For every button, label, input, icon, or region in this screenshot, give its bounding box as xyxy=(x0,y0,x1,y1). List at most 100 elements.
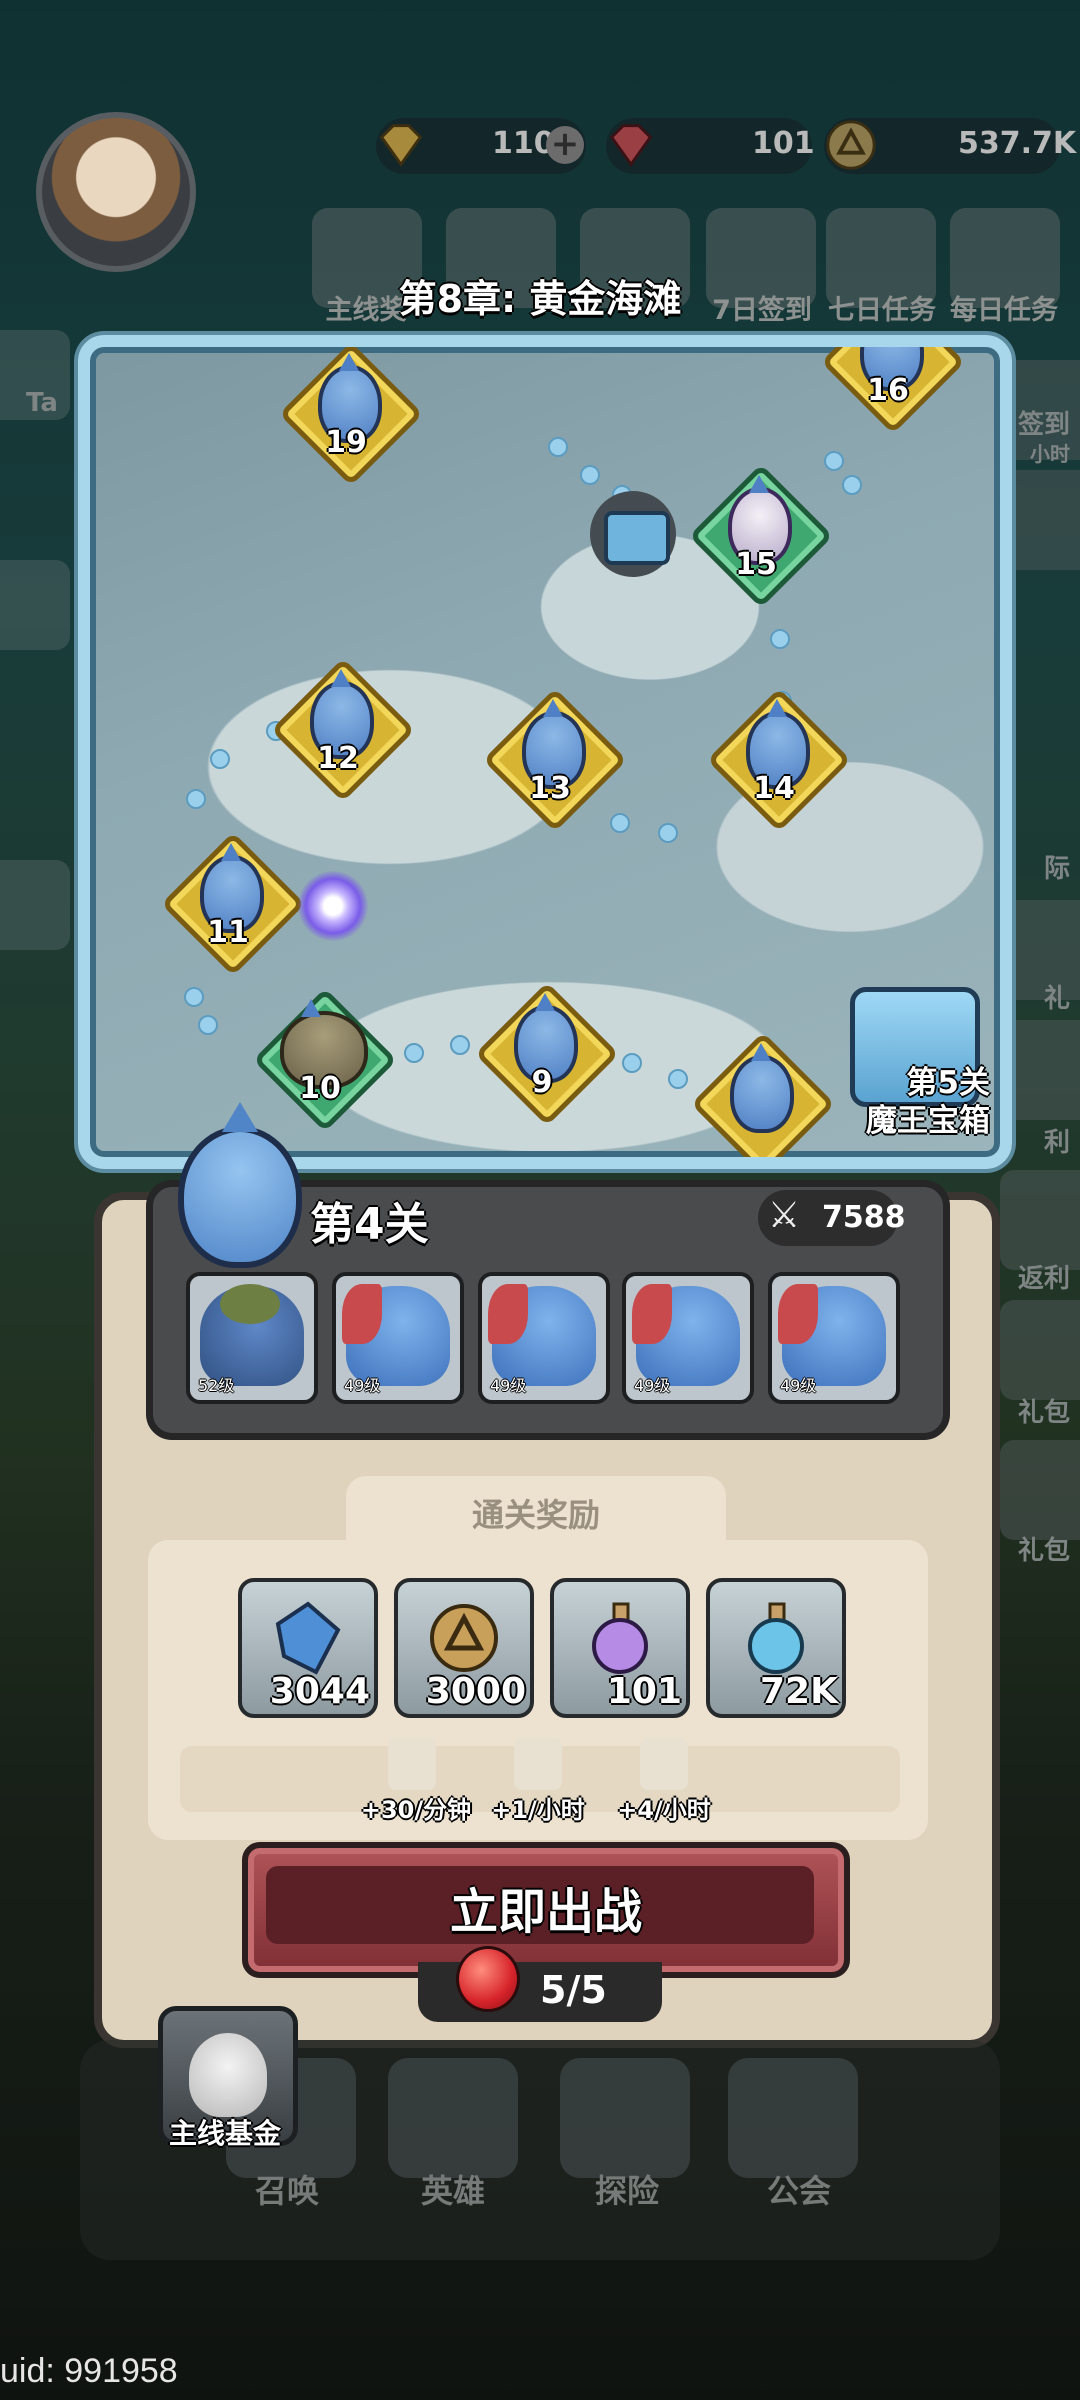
nav-adventure-icon[interactable] xyxy=(560,2058,690,2178)
path-dot xyxy=(824,451,844,471)
stage-title: 第4关 xyxy=(310,1199,429,1250)
enemy-hero-level: 49级 xyxy=(344,1376,381,1395)
red-gem-value: 101 xyxy=(752,126,815,161)
path-dot xyxy=(668,1069,688,1089)
stage-node-9[interactable]: 9 xyxy=(474,981,620,1127)
reward-value: 3044 xyxy=(269,1671,370,1712)
enemy-hero-level: 52级 xyxy=(198,1376,235,1395)
side-right-button-5[interactable] xyxy=(1000,1170,1080,1270)
path-dot xyxy=(404,1043,424,1063)
path-dot xyxy=(622,1053,642,1073)
side-right-label-6: 返利 xyxy=(1017,1264,1070,1294)
path-dot xyxy=(842,475,862,495)
path-dot xyxy=(548,437,568,457)
path-dot xyxy=(770,629,790,649)
reward-value: 72K xyxy=(760,1671,838,1712)
crystal-arrow-icon xyxy=(640,1738,688,1790)
power-value: 7588 xyxy=(822,1200,906,1235)
stage-node-15-boss[interactable]: 15 xyxy=(688,463,834,609)
side-left-label: Ta xyxy=(26,388,58,418)
rate-value: +4/小时 xyxy=(617,1796,711,1824)
path-dot xyxy=(580,465,600,485)
stage-node-16[interactable]: 16 xyxy=(820,347,966,435)
side-left-button-2[interactable] xyxy=(0,560,70,650)
stage-node-number: 16 xyxy=(867,373,909,408)
stage-node-10[interactable]: 10 xyxy=(252,987,398,1133)
boss-chest-button[interactable]: 第5关 魔王宝箱 xyxy=(820,977,1000,1157)
stage-node-number: 19 xyxy=(325,425,367,460)
purple-potion-arrow-icon xyxy=(514,1738,562,1790)
stage-node-11[interactable]: 11 xyxy=(160,831,306,977)
side-right-button-7[interactable] xyxy=(1000,1440,1080,1540)
stage-node-number: 13 xyxy=(529,771,571,806)
side-right-label-2: 小时 xyxy=(1030,442,1070,466)
nav-guild-label: 公会 xyxy=(766,2172,831,2210)
path-dot xyxy=(198,1015,218,1035)
path-dot xyxy=(658,823,678,843)
stage-node-number: 10 xyxy=(299,1071,341,1106)
chapter-map[interactable]: 19 16 15 12 13 14 11 10 9 第5关 魔王宝箱 xyxy=(78,335,1012,1169)
power-icon: ⚔ xyxy=(767,1195,801,1236)
side-right-label-3: 际 xyxy=(1043,854,1070,884)
nav-adventure-label: 探险 xyxy=(594,2172,659,2210)
side-right-button-2[interactable] xyxy=(1000,470,1080,570)
path-dot xyxy=(610,813,630,833)
rate-value: +1/小时 xyxy=(491,1796,585,1824)
main-fund-label: 主线基金 xyxy=(168,2117,281,2150)
path-dot xyxy=(450,1035,470,1055)
nav-summon-label: 召唤 xyxy=(254,2172,319,2210)
path-dot xyxy=(186,789,206,809)
coin-icon xyxy=(430,1604,498,1672)
stage-node-12[interactable]: 12 xyxy=(270,657,416,803)
fight-button-label: 立即出战 xyxy=(449,1884,642,1940)
side-right-label-5: 利 xyxy=(1043,1128,1070,1158)
enemy-hero-5[interactable]: 49级 xyxy=(768,1272,900,1404)
treasure-chest-icon[interactable] xyxy=(590,491,676,577)
current-position-orb xyxy=(298,871,368,941)
enemy-hero-level: 49级 xyxy=(490,1376,527,1395)
coin-value: 537.7K xyxy=(958,126,1077,161)
reward-item-purple-potion[interactable]: 101 xyxy=(550,1578,690,1718)
stage-node-8[interactable] xyxy=(690,1031,836,1157)
stage-node-number: 9 xyxy=(531,1065,553,1100)
side-right-label-1: 签到 xyxy=(1017,410,1070,440)
side-right-label-8: 礼包 xyxy=(1017,1536,1070,1566)
gold-gem-icon xyxy=(379,124,423,167)
reward-value: 101 xyxy=(606,1671,682,1712)
enemy-hero-1[interactable]: 52级 xyxy=(186,1272,318,1404)
stage-node-number: 12 xyxy=(317,741,359,776)
add-gem-button[interactable]: + xyxy=(546,126,584,164)
enemy-hero-2[interactable]: 49级 xyxy=(332,1272,464,1404)
player-avatar[interactable] xyxy=(36,112,196,272)
blue-potion-arrow-icon xyxy=(388,1738,436,1790)
enemy-hero-level: 49级 xyxy=(634,1376,671,1395)
side-left-button-3[interactable] xyxy=(0,860,70,950)
side-right-label-4: 礼 xyxy=(1043,984,1070,1014)
enemy-hero-3[interactable]: 49级 xyxy=(478,1272,610,1404)
enemy-hero-4[interactable]: 49级 xyxy=(622,1272,754,1404)
nav-guild-icon[interactable] xyxy=(728,2058,858,2178)
reward-item-crystal[interactable]: 3044 xyxy=(238,1578,378,1718)
stage-node-number: 15 xyxy=(735,547,777,582)
stage-node-14[interactable]: 14 xyxy=(706,687,852,833)
rate-value: +30/分钟 xyxy=(360,1796,472,1824)
stage-node-number: 11 xyxy=(207,915,249,950)
reward-item-coin[interactable]: 3000 xyxy=(394,1578,534,1718)
shark-monster-icon xyxy=(730,1043,794,1133)
enemy-hero-level: 49级 xyxy=(780,1376,817,1395)
stamina-value: 5/5 xyxy=(540,1968,607,2012)
side-right-label-7: 礼包 xyxy=(1017,1398,1070,1428)
stage-node-19[interactable]: 19 xyxy=(278,347,424,487)
side-right-button-4[interactable] xyxy=(1000,1020,1080,1120)
apple-icon xyxy=(456,1946,520,2012)
side-right-button-6[interactable] xyxy=(1000,1300,1080,1400)
nav-hero-icon[interactable] xyxy=(388,2058,518,2178)
reward-title: 通关奖励 xyxy=(471,1496,600,1534)
reward-value: 3000 xyxy=(425,1671,526,1712)
nav-hero-label: 英雄 xyxy=(420,2172,485,2210)
crystal-icon xyxy=(275,1601,341,1675)
stage-monster-avatar xyxy=(178,1102,302,1268)
purple-potion-icon xyxy=(592,1602,648,1674)
stage-node-13[interactable]: 13 xyxy=(482,687,628,833)
reward-item-blue-potion[interactable]: 72K xyxy=(706,1578,846,1718)
